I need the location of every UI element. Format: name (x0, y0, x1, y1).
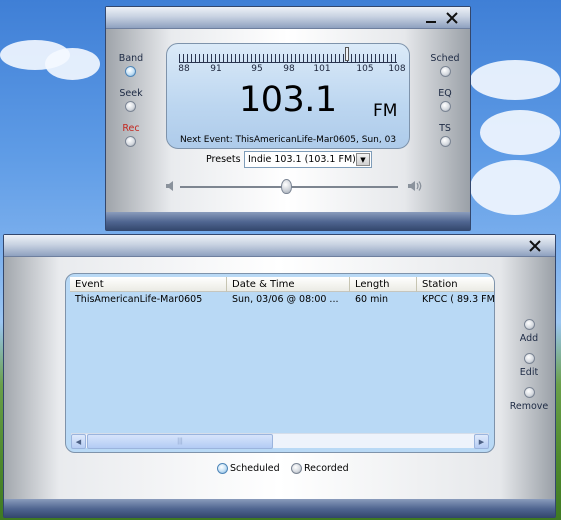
tuner-scale-line (179, 62, 397, 63)
table-row[interactable]: ThisAmericanLife-Mar0605 Sun, 03/06 @ 08… (70, 293, 494, 307)
filter-recorded[interactable]: Recorded (291, 463, 349, 474)
list-header: Event Date & Time Length Station (70, 277, 494, 292)
speaker-high-icon (408, 181, 422, 191)
radio-titlebar[interactable] (106, 7, 470, 29)
ts-label: TS (439, 123, 451, 134)
sched-button[interactable] (440, 66, 451, 77)
radio-window: Band Seek Rec Sched EQ TS 88 91 95 98 10… (105, 6, 471, 231)
schedule-titlebar[interactable] (4, 235, 555, 257)
remove-label: Remove (509, 401, 549, 412)
column-header-date-time[interactable]: Date & Time (227, 277, 350, 292)
add-button[interactable] (524, 319, 535, 330)
frequency-readout: 103.1 (239, 80, 337, 120)
scale-label: 108 (388, 64, 406, 74)
desktop-cloud (470, 60, 560, 100)
desktop-cloud (470, 160, 560, 215)
scale-label: 105 (356, 64, 374, 74)
add-label: Add (519, 333, 539, 344)
close-icon[interactable] (443, 9, 461, 27)
schedule-list[interactable]: Event Date & Time Length Station ThisAme… (65, 273, 495, 453)
schedule-bottom-bar (4, 499, 555, 517)
tuner-display: 88 91 95 98 101 105 108 103.1 FM Next Ev… (166, 43, 410, 149)
radio-recorded-indicator[interactable] (291, 463, 302, 474)
close-icon[interactable] (526, 237, 544, 255)
band-label: Band (118, 53, 144, 64)
row-date-time: Sun, 03/06 @ 08:00 ... (232, 294, 339, 305)
chevron-down-icon[interactable]: ▼ (356, 153, 370, 166)
scale-label: 101 (313, 64, 331, 74)
rec-button[interactable] (125, 136, 136, 147)
desktop-cloud (45, 48, 100, 80)
filter-recorded-label: Recorded (304, 463, 349, 474)
scale-label: 95 (251, 64, 263, 74)
row-event: ThisAmericanLife-Mar0605 (75, 294, 203, 305)
row-station: KPCC ( 89.3 FM (422, 294, 495, 305)
seek-button[interactable] (125, 101, 136, 112)
scale-label: 91 (210, 64, 222, 74)
filter-scheduled[interactable]: Scheduled (217, 463, 280, 474)
filter-scheduled-label: Scheduled (230, 463, 280, 474)
radio-bottom-bar (106, 212, 470, 230)
desktop-cloud (480, 110, 560, 155)
next-event-text: Next Event: ThisAmericanLife-Mar0605, Su… (179, 135, 397, 145)
scrollbar-thumb[interactable]: ||| (87, 434, 273, 449)
minimize-icon[interactable] (422, 9, 440, 27)
scroll-right-icon[interactable]: ▶ (474, 434, 489, 449)
ts-button[interactable] (440, 136, 451, 147)
scroll-left-icon[interactable]: ◀ (71, 434, 86, 449)
radio-scheduled-indicator[interactable] (217, 463, 228, 474)
edit-label: Edit (519, 367, 539, 378)
remove-button[interactable] (524, 387, 535, 398)
scale-label: 98 (283, 64, 295, 74)
horizontal-scrollbar[interactable]: ◀ ||| ▶ (71, 433, 489, 449)
schedule-window: Event Date & Time Length Station ThisAme… (3, 234, 556, 518)
tuner-needle[interactable] (345, 47, 349, 61)
rec-label: Rec (122, 123, 140, 134)
seek-label: Seek (119, 88, 143, 99)
edit-button[interactable] (524, 353, 535, 364)
row-length: 60 min (355, 294, 389, 305)
column-header-station[interactable]: Station (417, 277, 494, 292)
band-unit: FM (373, 101, 398, 121)
eq-button[interactable] (440, 101, 451, 112)
scale-label: 88 (178, 64, 190, 74)
column-header-event[interactable]: Event (70, 277, 227, 292)
column-header-length[interactable]: Length (350, 277, 417, 292)
presets-selected-value: Indie 103.1 (103.1 FM) (248, 154, 356, 165)
eq-label: EQ (438, 88, 452, 99)
volume-slider-thumb[interactable] (281, 179, 293, 194)
presets-label: Presets (206, 154, 241, 165)
presets-dropdown[interactable]: Indie 103.1 (103.1 FM) ▼ (244, 151, 372, 168)
band-button[interactable] (125, 66, 136, 77)
sched-label: Sched (430, 53, 460, 64)
